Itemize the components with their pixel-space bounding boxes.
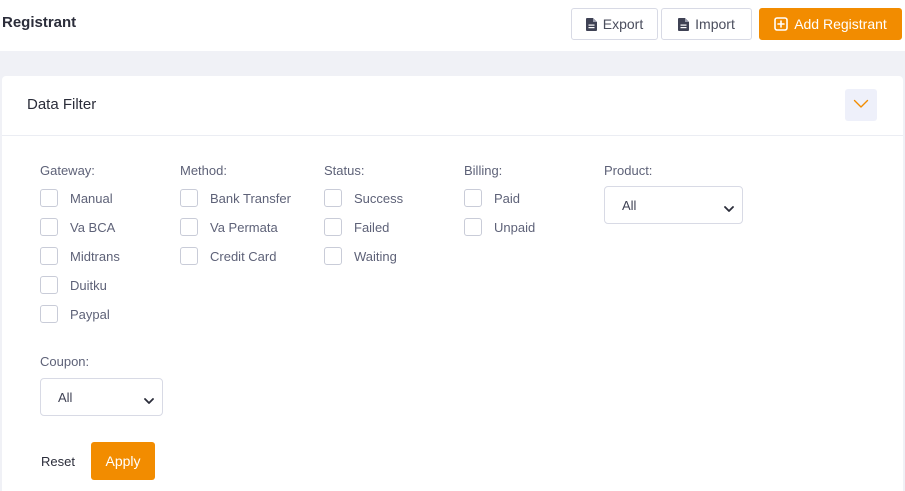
file-icon [585, 17, 597, 31]
method-option-va-permata[interactable]: Va Permata [180, 217, 291, 237]
billing-filter-group: Billing: Paid Unpaid [464, 162, 535, 246]
gateway-label: Gateway: [40, 163, 95, 178]
checkbox[interactable] [40, 305, 58, 323]
top-bar: Registrant Export Import Add Registrant [0, 0, 905, 51]
status-option-waiting[interactable]: Waiting [324, 246, 403, 266]
product-select-value: All [622, 197, 637, 213]
file-icon [678, 17, 690, 31]
status-option-failed[interactable]: Failed [324, 217, 403, 237]
checkbox[interactable] [180, 218, 198, 236]
collapse-toggle-button[interactable] [845, 89, 877, 121]
chevron-down-icon [724, 201, 734, 216]
gateway-option-midtrans[interactable]: Midtrans [40, 246, 120, 266]
product-select[interactable]: All [604, 186, 743, 224]
data-filter-card: Data Filter Gateway: Manual Va BCA Midtr… [2, 76, 903, 491]
add-registrant-button[interactable]: Add Registrant [759, 8, 902, 40]
gateway-option-duitku[interactable]: Duitku [40, 275, 120, 295]
status-option-success[interactable]: Success [324, 188, 403, 208]
page-title: Registrant [2, 14, 77, 31]
billing-option-unpaid[interactable]: Unpaid [464, 217, 535, 237]
coupon-label: Coupon: [40, 354, 90, 369]
checkbox[interactable] [464, 189, 482, 207]
reset-button[interactable]: Reset [32, 442, 84, 480]
product-filter-group: Product: [604, 162, 652, 180]
checkbox[interactable] [180, 189, 198, 207]
apply-button[interactable]: Apply [91, 442, 155, 480]
status-label: Status: [324, 163, 365, 178]
checkbox[interactable] [324, 189, 342, 207]
checkbox[interactable] [324, 247, 342, 265]
checkbox[interactable] [40, 247, 58, 265]
add-registrant-label: Add Registrant [794, 16, 887, 32]
card-header: Data Filter [2, 76, 903, 136]
checkbox[interactable] [324, 218, 342, 236]
status-filter-group: Status: Success Failed Waiting [324, 162, 403, 275]
chevron-down-icon [144, 393, 154, 408]
method-label: Method: [180, 163, 227, 178]
checkbox[interactable] [40, 189, 58, 207]
checkbox[interactable] [40, 218, 58, 236]
coupon-filter-group: Coupon: [40, 353, 89, 371]
billing-option-paid[interactable]: Paid [464, 188, 535, 208]
gateway-option-manual[interactable]: Manual [40, 188, 120, 208]
method-filter-group: Method: Bank Transfer Va Permata Credit … [180, 162, 291, 275]
plus-square-icon [774, 17, 788, 31]
gateway-option-va-bca[interactable]: Va BCA [40, 217, 120, 237]
checkbox[interactable] [40, 276, 58, 294]
card-title: Data Filter [27, 96, 97, 113]
checkbox[interactable] [464, 218, 482, 236]
gateway-filter-group: Gateway: Manual Va BCA Midtrans Duitku P… [40, 162, 120, 333]
coupon-select-value: All [58, 389, 73, 405]
coupon-select[interactable]: All [40, 378, 163, 416]
export-label: Export [602, 16, 644, 32]
product-label: Product: [604, 163, 653, 178]
import-label: Import [695, 16, 735, 32]
method-option-bank-transfer[interactable]: Bank Transfer [180, 188, 291, 208]
checkbox[interactable] [180, 247, 198, 265]
method-option-credit-card[interactable]: Credit Card [180, 246, 291, 266]
gateway-option-paypal[interactable]: Paypal [40, 304, 120, 324]
billing-label: Billing: [464, 163, 503, 178]
export-button[interactable]: Export [571, 8, 658, 40]
chevron-down-icon [853, 96, 869, 114]
import-button[interactable]: Import [661, 8, 752, 40]
